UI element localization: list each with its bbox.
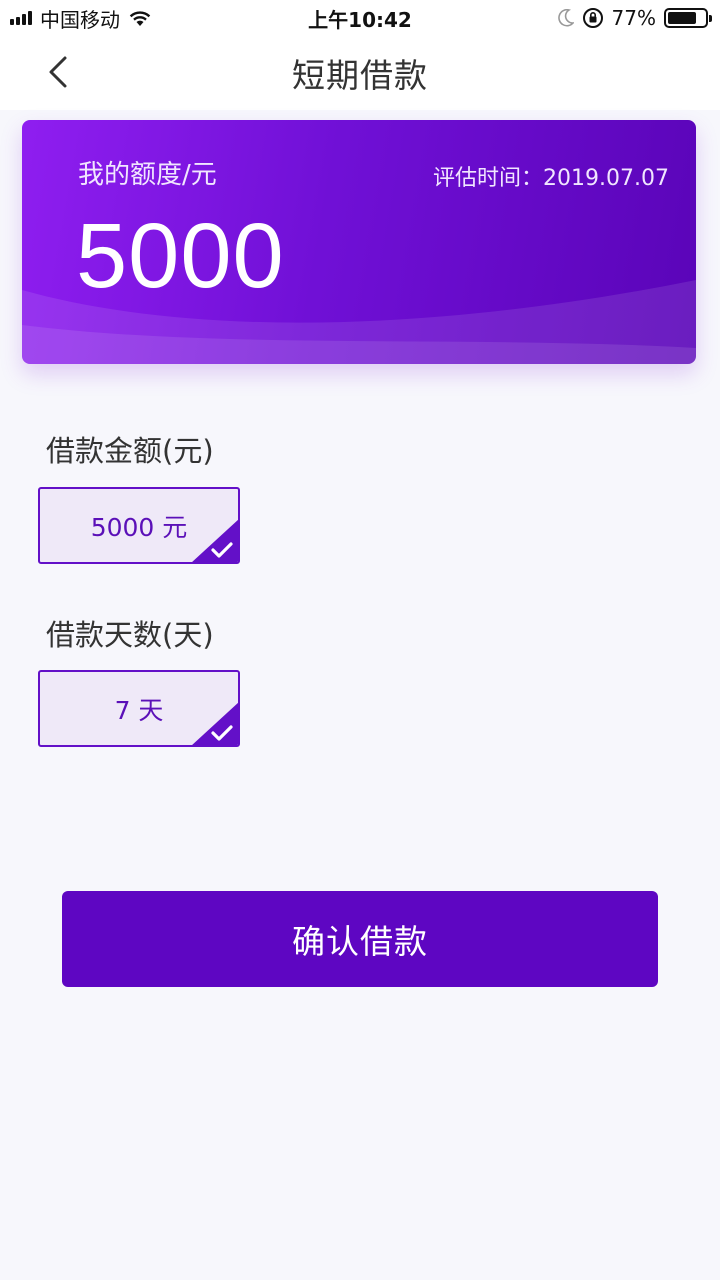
battery-fill	[668, 12, 696, 24]
signal-icon	[10, 11, 32, 25]
loan-amount-label: 借款金额(元)	[46, 434, 214, 468]
loan-days-label: 借款天数(天)	[46, 618, 214, 652]
loan-amount-option-text: 5000 元	[90, 512, 188, 542]
carrier-name: 中国移动	[40, 7, 120, 32]
quota-amount: 5000	[76, 205, 285, 307]
quota-label: 我的额度/元	[78, 160, 217, 190]
nav-bar: 短期借款	[0, 36, 720, 110]
battery-icon	[664, 8, 712, 28]
page-title: 短期借款	[292, 56, 428, 95]
status-bar: 中国移动 上午10:42 77%	[0, 0, 720, 36]
status-right: 77%	[557, 6, 712, 30]
check-icon	[192, 519, 238, 562]
loan-days-option[interactable]: 7 天	[38, 670, 240, 747]
evaluation-time: 评估时间：2019.07.07	[433, 166, 669, 191]
credit-quota-card: 我的额度/元 评估时间：2019.07.07 5000	[22, 120, 696, 364]
wifi-icon	[129, 11, 151, 26]
check-icon	[192, 702, 238, 745]
rotation-lock-icon	[582, 8, 603, 28]
battery-percent: 77%	[611, 6, 656, 30]
confirm-loan-button[interactable]: 确认借款	[62, 891, 658, 987]
back-button[interactable]	[36, 50, 80, 94]
moon-icon	[557, 9, 574, 27]
chevron-left-icon	[49, 56, 67, 88]
status-left: 中国移动	[10, 4, 152, 33]
loan-amount-option[interactable]: 5000 元	[38, 487, 240, 564]
loan-days-option-text: 7 天	[114, 695, 164, 725]
